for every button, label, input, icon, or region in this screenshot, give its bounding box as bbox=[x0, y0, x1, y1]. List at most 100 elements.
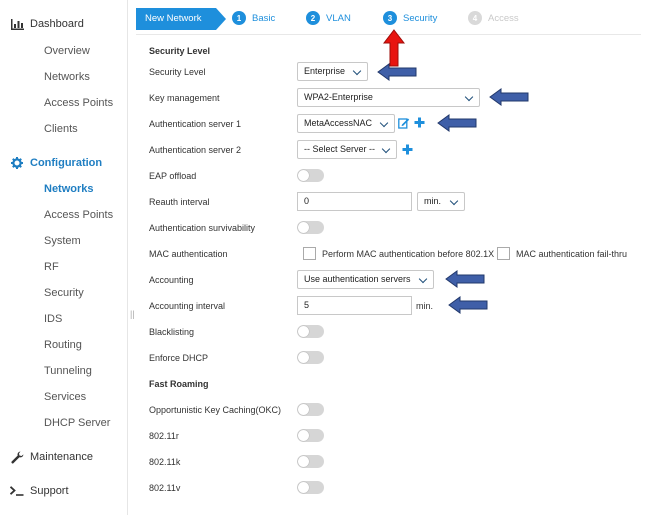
section-security-level: Security Level bbox=[149, 46, 211, 56]
auth-server-1-label: Authentication server 1 bbox=[149, 119, 242, 129]
80211r-toggle[interactable] bbox=[297, 429, 324, 442]
auth-server-1-value: MetaAccessNAC bbox=[304, 118, 373, 128]
enforce-dhcp-label: Enforce DHCP bbox=[149, 353, 209, 363]
wizard-step-number: 4 bbox=[468, 11, 482, 25]
auth-survivability-toggle[interactable] bbox=[297, 221, 324, 234]
wizard-step-label: Access bbox=[488, 12, 519, 24]
okc-toggle[interactable] bbox=[297, 403, 324, 416]
blue-left-arrow-icon bbox=[445, 270, 485, 288]
pane-splitter[interactable]: || bbox=[130, 309, 135, 319]
mac-auth-failthru-checkbox[interactable] bbox=[497, 247, 510, 260]
wrench-icon bbox=[10, 451, 24, 463]
nav-maintenance[interactable]: Maintenance bbox=[10, 451, 93, 463]
nav-system[interactable]: System bbox=[44, 235, 81, 247]
wizard-step-number: 2 bbox=[306, 11, 320, 25]
auth-server-2-value: -- Select Server -- bbox=[304, 144, 376, 154]
wizard-step-number: 1 bbox=[232, 11, 246, 25]
chevron-down-icon bbox=[418, 274, 428, 284]
enforce-dhcp-toggle[interactable] bbox=[297, 351, 324, 364]
80211k-toggle[interactable] bbox=[297, 455, 324, 468]
blue-left-arrow-icon bbox=[437, 114, 477, 132]
key-management-label: Key management bbox=[149, 93, 220, 103]
chevron-down-icon bbox=[381, 144, 391, 154]
chevron-down-icon bbox=[449, 196, 459, 206]
wizard-step-vlan[interactable]: 2 VLAN bbox=[306, 11, 351, 25]
terminal-icon bbox=[10, 485, 24, 497]
security-level-label: Security Level bbox=[149, 67, 206, 77]
blacklisting-label: Blacklisting bbox=[149, 327, 195, 337]
auth-server-1-select[interactable]: MetaAccessNAC bbox=[297, 114, 395, 133]
eap-offload-label: EAP offload bbox=[149, 171, 197, 181]
reauth-interval-input[interactable]: 0 bbox=[297, 192, 412, 211]
nav-config-networks[interactable]: Networks bbox=[44, 183, 94, 195]
nav-dhcp-server[interactable]: DHCP Server bbox=[44, 417, 110, 429]
accounting-interval-unit: min. bbox=[416, 301, 434, 311]
auth-server-2-select[interactable]: -- Select Server -- bbox=[297, 140, 397, 159]
sidebar: Dashboard Overview Networks Access Point… bbox=[0, 0, 128, 515]
wizard-steps: New Network 1 Basic 2 VLAN 3 Security 4 … bbox=[136, 8, 641, 30]
wizard-step-label: Security bbox=[403, 12, 438, 24]
mac-auth-before-checkbox[interactable] bbox=[303, 247, 316, 260]
80211r-label: 802.11r bbox=[149, 431, 179, 441]
key-management-value: WPA2-Enterprise bbox=[304, 92, 373, 102]
wizard-step-security[interactable]: 3 Security bbox=[383, 11, 437, 25]
nav-security[interactable]: Security bbox=[44, 287, 84, 299]
okc-label: Opportunistic Key Caching(OKC) bbox=[149, 405, 282, 415]
nav-maintenance-label: Maintenance bbox=[30, 451, 93, 463]
accounting-value: Use authentication servers bbox=[304, 274, 411, 284]
nav-config-access-points[interactable]: Access Points bbox=[44, 209, 113, 221]
accounting-interval-label: Accounting interval bbox=[149, 301, 226, 311]
nav-rf[interactable]: RF bbox=[44, 261, 59, 273]
add-server-2-icon[interactable] bbox=[402, 144, 413, 157]
wizard-step-basic[interactable]: 1 Basic bbox=[232, 11, 275, 25]
nav-support[interactable]: Support bbox=[10, 485, 69, 497]
80211v-toggle[interactable] bbox=[297, 481, 324, 494]
nav-clients[interactable]: Clients bbox=[44, 123, 78, 135]
section-fast-roaming: Fast Roaming bbox=[149, 379, 209, 389]
chevron-down-icon bbox=[379, 118, 389, 128]
accounting-interval-input[interactable]: 5 bbox=[297, 296, 412, 315]
nav-tunneling[interactable]: Tunneling bbox=[44, 365, 92, 377]
nav-configuration[interactable]: Configuration bbox=[10, 157, 102, 169]
wizard-step-label: VLAN bbox=[326, 12, 351, 24]
nav-dashboard-label: Dashboard bbox=[30, 18, 84, 30]
nav-dashboard-access-points[interactable]: Access Points bbox=[44, 97, 113, 109]
edit-icon[interactable] bbox=[398, 117, 410, 131]
mac-auth-label: MAC authentication bbox=[149, 249, 228, 259]
blue-left-arrow-icon bbox=[448, 296, 488, 314]
nav-configuration-label: Configuration bbox=[30, 157, 103, 169]
nav-overview[interactable]: Overview bbox=[44, 45, 90, 57]
reauth-unit-select[interactable]: min. bbox=[417, 192, 465, 211]
80211v-label: 802.11v bbox=[149, 483, 181, 493]
nav-ids[interactable]: IDS bbox=[44, 313, 62, 325]
reauth-interval-label: Reauth interval bbox=[149, 197, 210, 207]
nav-services[interactable]: Services bbox=[44, 391, 86, 403]
reauth-unit-value: min. bbox=[424, 196, 442, 206]
accounting-label: Accounting bbox=[149, 275, 194, 285]
red-up-arrow-icon bbox=[383, 29, 405, 67]
wizard-step-label: Basic bbox=[252, 12, 276, 24]
auth-server-2-label: Authentication server 2 bbox=[149, 145, 242, 155]
mac-auth-failthru-label: MAC authentication fail-thru bbox=[516, 249, 628, 259]
eap-offload-toggle[interactable] bbox=[297, 169, 324, 182]
gear-icon bbox=[10, 157, 24, 169]
wizard-current-step: New Network bbox=[136, 8, 226, 30]
nav-dashboard-networks[interactable]: Networks bbox=[44, 71, 90, 83]
80211k-label: 802.11k bbox=[149, 457, 181, 467]
nav-support-label: Support bbox=[30, 485, 69, 497]
security-level-select[interactable]: Enterprise bbox=[297, 62, 368, 81]
nav-dashboard[interactable]: Dashboard bbox=[10, 18, 84, 30]
chevron-down-icon bbox=[464, 92, 474, 102]
key-management-select[interactable]: WPA2-Enterprise bbox=[297, 88, 480, 107]
security-level-value: Enterprise bbox=[304, 66, 346, 76]
bar-chart-icon bbox=[10, 18, 24, 30]
add-server-1-icon[interactable] bbox=[414, 117, 425, 130]
accounting-select[interactable]: Use authentication servers bbox=[297, 270, 434, 289]
mac-auth-before-label: Perform MAC authentication before 802.1X bbox=[322, 249, 495, 259]
blue-left-arrow-icon bbox=[489, 88, 529, 106]
wizard-step-number: 3 bbox=[383, 11, 397, 25]
blue-left-arrow-icon bbox=[377, 63, 417, 81]
blacklisting-toggle[interactable] bbox=[297, 325, 324, 338]
chevron-down-icon bbox=[352, 66, 362, 76]
nav-routing[interactable]: Routing bbox=[44, 339, 82, 351]
